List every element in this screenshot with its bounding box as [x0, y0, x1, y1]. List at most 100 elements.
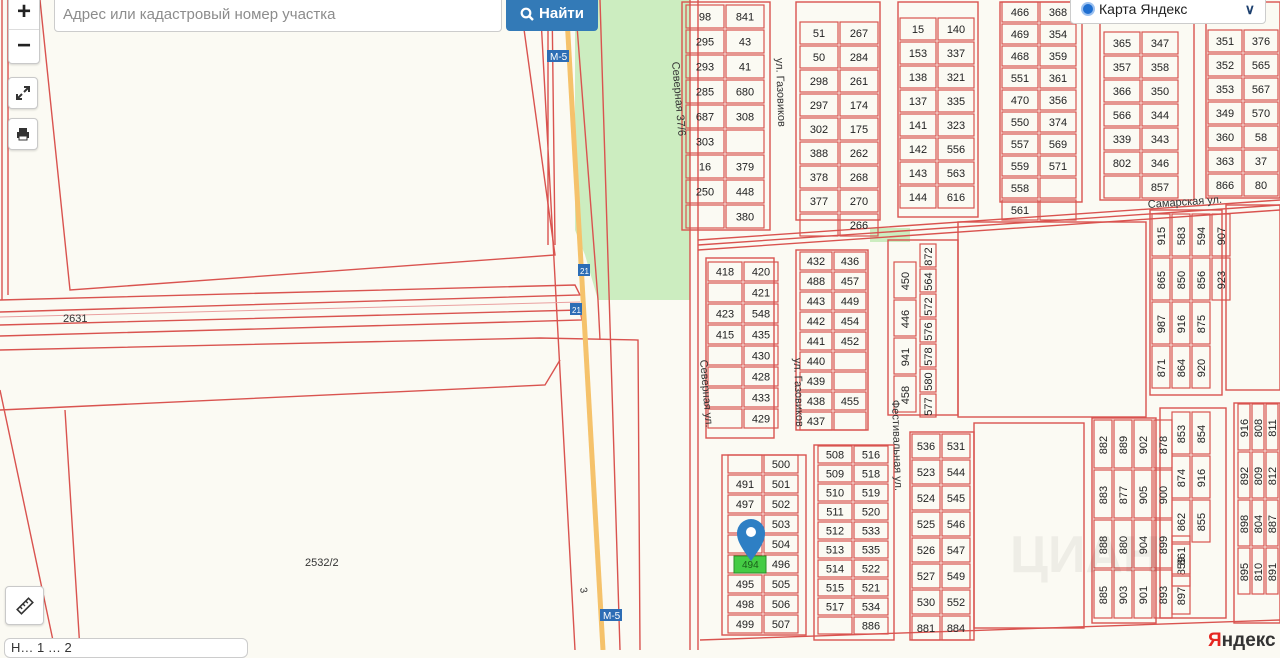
parcel-number: 346 [1151, 158, 1169, 170]
radio-selected-icon [1081, 2, 1095, 16]
parcel-number: 347 [1151, 38, 1169, 50]
parcel-number: 561 [1011, 205, 1029, 217]
parcel-number: 616 [947, 192, 965, 204]
parcel-number: 350 [1151, 86, 1169, 98]
parcel-number: 987 [1156, 315, 1168, 333]
parcel-number: 903 [1118, 586, 1130, 604]
zoom-out-button[interactable]: − [9, 30, 39, 63]
parcel-number: 437 [807, 416, 825, 428]
parcel-number: 550 [1011, 117, 1029, 129]
parcel-number: 687 [696, 112, 714, 124]
parcel-number: 510 [826, 488, 844, 500]
parcel-number: 388 [810, 148, 828, 160]
parcel-number: 506 [772, 599, 790, 611]
parcel-number: 524 [917, 493, 935, 505]
parcel-number: 535 [862, 545, 880, 557]
parcel-number: 497 [736, 499, 754, 511]
parcel-number: 882 [1098, 436, 1110, 454]
parcel-number: 872 [923, 247, 935, 265]
selected-parcel-number: 494 [742, 560, 759, 571]
zoom-in-button[interactable]: + [9, 0, 39, 29]
yandex-logo-text: ндекс [1221, 630, 1276, 651]
road-shield-m5-top: М-5 [547, 50, 569, 63]
parcel-number: 916 [1239, 419, 1251, 437]
cadastral-map[interactable]: 98 841 295 43 293 41 285 680 687 308 303 16 379 250 44… [0, 0, 1280, 650]
parcel-number: 153 [909, 48, 927, 60]
parcel-number: 455 [841, 396, 859, 408]
parcel-number: 905 [1138, 486, 1150, 504]
parcel-number: 893 [1158, 586, 1170, 604]
parcel-number: 361 [1049, 73, 1067, 85]
parcel-number: 438 [807, 396, 825, 408]
parcel-number: 862 [1176, 513, 1188, 531]
ruler-button[interactable] [5, 586, 44, 625]
parcel-number: 359 [1049, 51, 1067, 63]
map-layer-label: Карта Яндекс [1099, 1, 1188, 17]
watermark: ЦИАН [1010, 526, 1160, 584]
parcel-number: 875 [1196, 315, 1208, 333]
parcel-number: 503 [772, 519, 790, 531]
parcel-number: 558 [1011, 183, 1029, 195]
street-label-gazovikov-top: ул. Газовиков [773, 58, 787, 128]
parcel-number: 864 [1176, 359, 1188, 377]
parcel-number: 518 [862, 469, 880, 481]
find-button[interactable]: Найти [506, 0, 598, 31]
parcel-number: 368 [1049, 7, 1067, 19]
parcel-number: 452 [841, 336, 859, 348]
printer-icon [17, 128, 29, 141]
parcel-number: 570 [1252, 108, 1270, 120]
parcel-number: 366 [1113, 86, 1131, 98]
parcel-number: 544 [947, 467, 965, 479]
parcel-number: 351 [1216, 36, 1234, 48]
parcel-number: 536 [917, 441, 935, 453]
parcel-number: 898 [1239, 515, 1251, 533]
fullscreen-button[interactable] [8, 77, 38, 109]
road-shield-m5-bottom: М-5 [600, 609, 622, 622]
parcel-number: 533 [862, 526, 880, 538]
parcel-number: 468 [1011, 51, 1029, 63]
parcel-number: 509 [826, 469, 844, 481]
parcel-number: 866 [1216, 180, 1234, 192]
chevron-down-icon: ∨ [1244, 0, 1255, 17]
parcel-number: 337 [947, 48, 965, 60]
parcel-number: 144 [909, 192, 927, 204]
parcel-number: 138 [909, 72, 927, 84]
parcel-number: 298 [810, 76, 828, 88]
parcel-number: 420 [752, 267, 770, 279]
parcel-number: 418 [716, 267, 734, 279]
parcel-number: 175 [850, 124, 868, 136]
parcel-number: 583 [1176, 227, 1188, 245]
parcel-number: 900 [1158, 486, 1170, 504]
parcel-number: 262 [850, 148, 868, 160]
parcel-number: 470 [1011, 95, 1029, 107]
parcel-number: 887 [1267, 515, 1279, 533]
parcel-number: 360 [1216, 132, 1234, 144]
parcel-number: 804 [1253, 515, 1265, 533]
print-button[interactable] [8, 118, 38, 150]
parcel-number: 433 [752, 393, 770, 405]
parcel-number: 295 [696, 37, 714, 49]
parcel-number: 378 [810, 172, 828, 184]
parcel-number: 525 [917, 519, 935, 531]
parcel-number: 335 [947, 96, 965, 108]
parcel-number: 512 [826, 526, 844, 538]
parcel-number: 850 [1176, 271, 1188, 289]
parcel-number: 374 [1049, 117, 1067, 129]
parcel-number: 811 [1267, 419, 1279, 437]
parcel-number: 563 [947, 168, 965, 180]
parcel-number: 511 [826, 507, 844, 519]
parcel-number: 98 [699, 12, 711, 24]
parcel-number: 884 [947, 623, 965, 635]
parcel-number: 571 [1049, 161, 1067, 173]
yandex-attribution[interactable]: Яндекс [1208, 630, 1276, 652]
search-input[interactable] [54, 0, 502, 32]
parcel-number: 415 [716, 330, 734, 342]
parcel-number: 557 [1011, 139, 1029, 151]
parcel-number: 356 [1049, 95, 1067, 107]
parcel-number: 901 [1138, 586, 1150, 604]
parcel-label-2532: 2532/2 [305, 557, 339, 569]
parcel-number: 435 [752, 330, 770, 342]
parcel-number: 285 [696, 87, 714, 99]
parcel-number: 141 [909, 120, 927, 132]
map-layer-select[interactable]: Карта Яндекс ∨ [1070, 0, 1266, 24]
